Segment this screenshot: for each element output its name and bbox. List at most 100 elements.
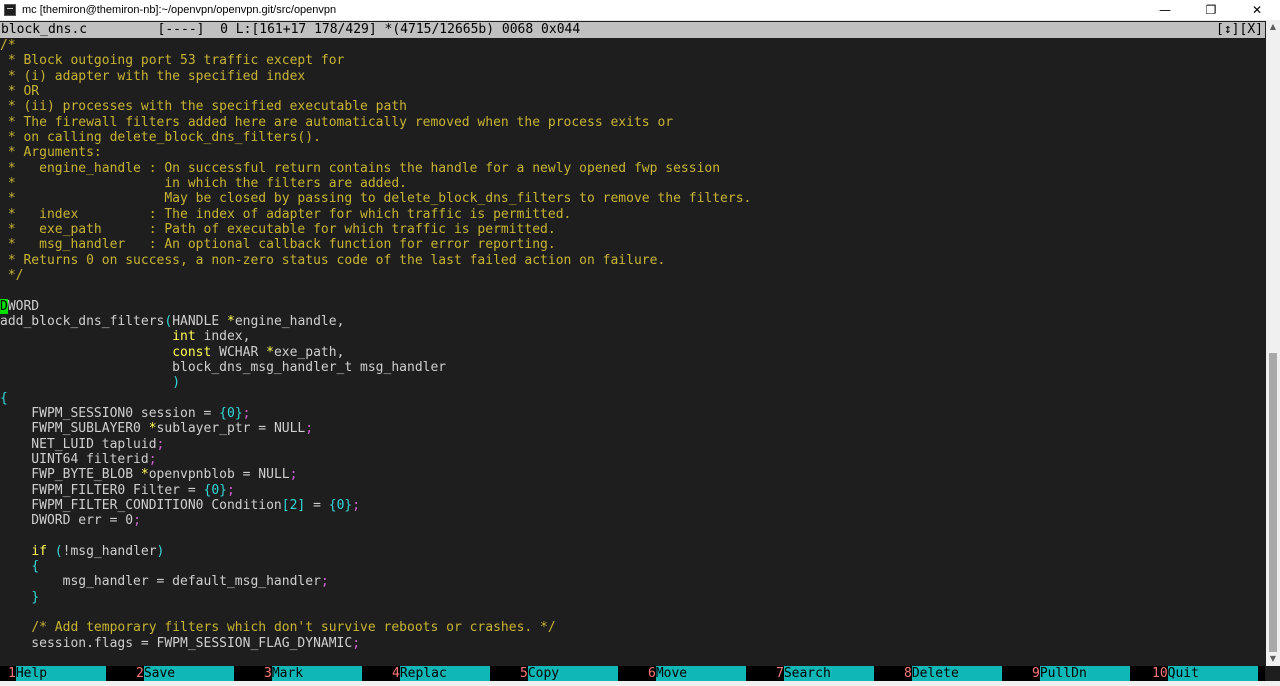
fkey-delete[interactable]: 8Delete xyxy=(904,666,1002,681)
editor-status-line: block_dns.c [----] 0 L:[161+17 178/429] … xyxy=(0,22,1265,38)
code-token: FWPM_SUBLAYER0 xyxy=(0,421,149,437)
code-token: * index : The index of adapter for which… xyxy=(0,206,572,222)
code-line: * May be closed by passing to delete_blo… xyxy=(0,191,1265,206)
code-token: ; xyxy=(242,405,251,421)
code-token: { xyxy=(219,405,227,421)
code-token: openvpnblob = NULL xyxy=(148,467,290,483)
code-token: * Block outgoing port 53 traffic except … xyxy=(0,53,345,69)
code-token: session.flags = FWPM_SESSION_FLAG_DYNAMI… xyxy=(0,635,353,651)
fkey-label: Help xyxy=(15,666,106,681)
code-token: * xyxy=(266,344,274,360)
fkey-number: 1 xyxy=(8,666,16,681)
fkey-help[interactable]: 1Help xyxy=(8,666,106,681)
code-token: * in which the filters are added. xyxy=(0,175,407,191)
window-title: mc [themiron@themiron-nb]:~/openvpn/open… xyxy=(22,4,337,16)
fkey-label: Move xyxy=(655,666,746,681)
code-line: * in which the filters are added. xyxy=(0,176,1265,191)
code-token: * The firewall filters added here are au… xyxy=(0,114,674,130)
code-line: if (!msg_handler) xyxy=(0,544,1265,559)
code-line: { xyxy=(0,391,1265,406)
fkey-number: 4 xyxy=(392,666,400,681)
code-line: } xyxy=(0,590,1265,605)
code-token: ) xyxy=(156,543,165,559)
code-token: * (i) adapter with the specified index xyxy=(0,68,306,84)
code-token: /* xyxy=(0,38,16,53)
code-token: { xyxy=(0,390,8,406)
status-text: block_dns.c [----] 0 L:[161+17 178/429] … xyxy=(1,22,581,37)
code-token: ; xyxy=(320,574,329,590)
maximize-button[interactable]: ❐ xyxy=(1188,0,1234,20)
scrollbar-thumb[interactable] xyxy=(1269,353,1277,652)
code-line: * msg_handler : An optional callback fun… xyxy=(0,237,1265,252)
code-token: const xyxy=(172,344,212,360)
fkey-number: 9 xyxy=(1032,666,1040,681)
fkey-save[interactable]: 2Save xyxy=(136,666,234,681)
code-token: ; xyxy=(156,436,165,452)
vertical-scrollbar[interactable]: ▲ ▼ xyxy=(1266,20,1280,666)
scroll-down-arrow-icon[interactable]: ▼ xyxy=(1266,652,1280,666)
fkey-label: Replac xyxy=(399,666,490,681)
code-token: * OR xyxy=(0,83,40,99)
code-token: * xyxy=(148,421,157,437)
code-token: FWPM_FILTER0 Filter = xyxy=(0,482,204,498)
code-token: } xyxy=(234,405,243,421)
code-line: */ xyxy=(0,268,1265,283)
code-token: * (ii) processes with the specified exec… xyxy=(0,99,407,115)
code-line: UINT64 filterid; xyxy=(0,452,1265,467)
code-token: 0 xyxy=(226,405,235,421)
fkey-label: Search xyxy=(783,666,874,681)
code-token: 0 xyxy=(211,482,220,498)
code-line: * index : The index of adapter for which… xyxy=(0,207,1265,222)
code-editor[interactable]: /* * Block outgoing port 53 traffic exce… xyxy=(0,38,1265,664)
code-token: /* Add temporary filters which don't sur… xyxy=(31,620,556,636)
fkey-label: Delete xyxy=(911,666,1002,681)
code-token: ; xyxy=(305,421,314,437)
code-line: add_block_dns_filters(HANDLE *engine_han… xyxy=(0,314,1265,329)
code-token: * engine_handle : On successful return c… xyxy=(0,160,721,176)
code-token: HANDLE xyxy=(172,313,227,329)
fkey-replac[interactable]: 4Replac xyxy=(392,666,490,681)
code-token: * Arguments: xyxy=(0,145,102,161)
code-token: { xyxy=(31,559,40,575)
minimize-button[interactable]: — xyxy=(1142,0,1188,20)
fkey-label: Mark xyxy=(271,666,362,681)
code-line: * exe_path : Path of executable for whic… xyxy=(0,222,1265,237)
code-line: * on calling delete_block_dns_filters(). xyxy=(0,130,1265,145)
code-token: } xyxy=(31,589,40,605)
fkey-pulldn[interactable]: 9PullDn xyxy=(1032,666,1130,681)
code-line: * Block outgoing port 53 traffic except … xyxy=(0,53,1265,68)
code-token: [ xyxy=(281,497,290,513)
code-line: * engine_handle : On successful return c… xyxy=(0,161,1265,176)
fkey-search[interactable]: 7Search xyxy=(776,666,874,681)
code-token: * xyxy=(227,313,235,329)
fkey-number: 7 xyxy=(776,666,784,681)
window-controls-indicator[interactable]: [↕][X] xyxy=(1216,22,1263,38)
fkey-number: 2 xyxy=(136,666,144,681)
code-line: FWPM_FILTER_CONDITION0 Condition[2] = {0… xyxy=(0,498,1265,513)
code-token: !msg_handler xyxy=(62,543,157,559)
code-token: UINT64 filterid xyxy=(0,451,149,467)
code-token: = xyxy=(305,497,329,513)
scroll-up-arrow-icon[interactable]: ▲ xyxy=(1266,20,1280,34)
fkey-move[interactable]: 6Move xyxy=(648,666,746,681)
code-token: DWORD err = 0 xyxy=(0,513,134,529)
code-line: block_dns_msg_handler_t msg_handler xyxy=(0,360,1265,375)
fkey-mark[interactable]: 3Mark xyxy=(264,666,362,681)
fkey-copy[interactable]: 5Copy xyxy=(520,666,618,681)
fkey-label: Copy xyxy=(527,666,618,681)
code-line: FWPM_FILTER0 Filter = {0}; xyxy=(0,483,1265,498)
code-token: exe_path, xyxy=(273,344,345,360)
fkey-quit[interactable]: 10Quit xyxy=(1152,666,1258,681)
fkey-label: Save xyxy=(143,666,234,681)
close-button[interactable]: ✕ xyxy=(1234,0,1280,20)
code-line: * (ii) processes with the specified exec… xyxy=(0,99,1265,114)
code-token: ; xyxy=(226,482,235,498)
